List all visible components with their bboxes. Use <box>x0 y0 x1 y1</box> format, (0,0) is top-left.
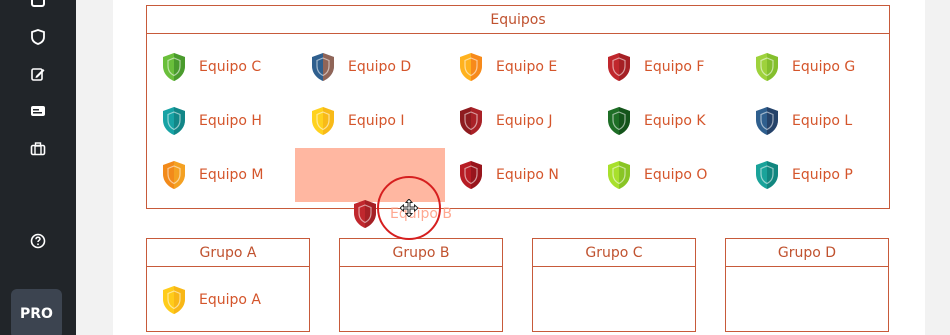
team-name: Equipo F <box>644 59 705 75</box>
team-item[interactable]: Equipo P <box>754 160 853 190</box>
square-icon[interactable] <box>28 0 48 10</box>
help-icon[interactable] <box>28 231 48 251</box>
team-name: Equipo D <box>348 59 412 75</box>
team-name: Equipo H <box>199 113 262 129</box>
briefcase-icon[interactable] <box>28 139 48 159</box>
pro-badge[interactable]: PRO <box>11 289 62 335</box>
team-name: Equipo P <box>792 167 853 183</box>
group-b-panel[interactable]: Grupo B <box>339 238 503 332</box>
team-crest-icon <box>608 107 630 135</box>
team-name: Equipo I <box>348 113 405 129</box>
sidebar: PRO <box>0 0 76 335</box>
team-name: Equipo C <box>199 59 262 75</box>
shield-icon[interactable] <box>28 27 48 47</box>
team-name: Equipo J <box>496 113 553 129</box>
team-name: Equipo G <box>792 59 856 75</box>
team-item[interactable]: Equipo F <box>606 52 704 82</box>
team-crest-icon <box>354 200 376 228</box>
team-crest-icon <box>460 107 482 135</box>
team-crest-icon <box>460 53 482 81</box>
team-item[interactable]: Equipo K <box>606 106 706 136</box>
equipos-title: Equipos <box>147 6 889 34</box>
team-item[interactable]: Equipo N <box>458 160 559 190</box>
team-crest-icon <box>163 53 185 81</box>
team-name: Equipo A <box>199 292 261 308</box>
card-icon[interactable] <box>28 101 48 121</box>
team-crest-icon <box>312 107 334 135</box>
team-item[interactable]: Equipo D <box>310 52 411 82</box>
team-item[interactable]: Equipo E <box>458 52 557 82</box>
group-team-item[interactable]: Equipo A <box>161 285 261 315</box>
team-crest-icon <box>756 161 778 189</box>
team-name: Equipo M <box>199 167 264 183</box>
team-crest-icon <box>163 286 185 314</box>
group-c-panel[interactable]: Grupo C <box>532 238 696 332</box>
team-name: Equipo N <box>496 167 559 183</box>
team-item[interactable]: Equipo G <box>754 52 855 82</box>
team-name: Equipo L <box>792 113 853 129</box>
team-crest-icon <box>163 107 185 135</box>
edit-icon[interactable] <box>28 64 48 84</box>
group-title: Grupo B <box>340 239 502 267</box>
team-item[interactable]: Equipo L <box>754 106 852 136</box>
group-title: Grupo D <box>726 239 888 267</box>
group-d-panel[interactable]: Grupo D <box>725 238 889 332</box>
team-name: Equipo E <box>496 59 558 75</box>
team-item[interactable]: Equipo J <box>458 106 553 136</box>
team-item[interactable]: Equipo M <box>161 160 263 190</box>
team-name: Equipo O <box>644 167 708 183</box>
move-cursor-icon <box>400 199 418 217</box>
team-crest-icon <box>756 107 778 135</box>
team-name: Equipo K <box>644 113 706 129</box>
team-item[interactable]: Equipo O <box>606 160 707 190</box>
team-crest-icon <box>163 161 185 189</box>
group-title: Grupo A <box>147 239 309 267</box>
team-item[interactable]: Equipo C <box>161 52 261 82</box>
team-item[interactable]: Equipo I <box>310 106 405 136</box>
team-crest-icon <box>608 161 630 189</box>
team-crest-icon <box>460 161 482 189</box>
team-crest-icon <box>756 53 778 81</box>
team-crest-icon <box>608 53 630 81</box>
group-title: Grupo C <box>533 239 695 267</box>
team-crest-icon <box>312 53 334 81</box>
team-item[interactable]: Equipo H <box>161 106 262 136</box>
